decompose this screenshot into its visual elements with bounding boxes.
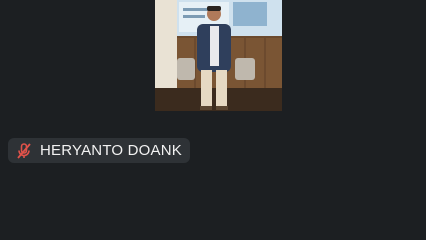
mic-muted-icon [14,141,34,161]
participant-name-tag: HERYANTO DOANK [8,138,190,163]
participant-name: HERYANTO DOANK [40,142,182,159]
meeting-stage: HERYANTO DOANK [0,0,426,240]
video-frame-image [155,0,282,111]
participant-video[interactable] [155,0,282,111]
